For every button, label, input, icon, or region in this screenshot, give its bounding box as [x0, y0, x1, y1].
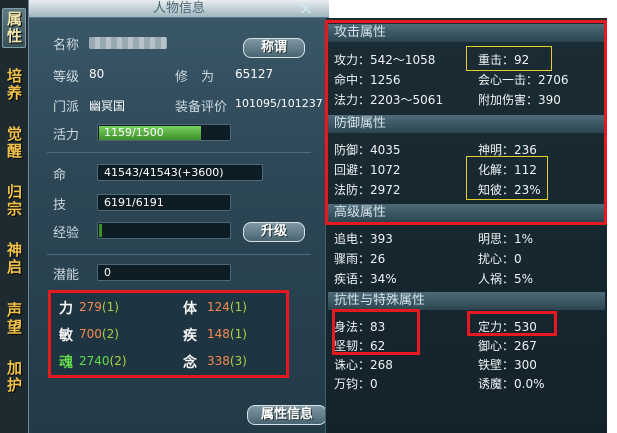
attr-agility-value: 700(2): [79, 327, 119, 341]
cultivation-value: 65127: [235, 67, 274, 81]
side-tab-divine[interactable]: 神启: [2, 240, 26, 280]
side-tab-label: 觉醒: [7, 125, 23, 160]
attr-body-value: 124(1): [207, 300, 247, 314]
side-tab-attributes[interactable]: 属性: [2, 8, 26, 48]
skill-label: 技: [53, 198, 67, 213]
sect-label: 门派: [53, 100, 80, 115]
level-up-button[interactable]: 升级: [243, 222, 305, 242]
exp-bar-fill: [99, 224, 102, 237]
stat-lure-demon: 诱魔：0.0%: [478, 377, 545, 391]
side-tab-bar: 属性 培养 觉醒 归宗 神启 声望 加护: [0, 0, 28, 433]
stat-swift-words: 疾语：34%: [334, 272, 397, 286]
gear-score-value: 101095/101237: [235, 97, 323, 110]
attr-body-name: 体: [183, 301, 197, 317]
skill-field: 6191/6191: [97, 194, 231, 211]
potential-value: 0: [104, 266, 111, 279]
panel-titlebar: 人物信息 ×: [29, 0, 329, 18]
attr-agility-name: 敏: [59, 328, 73, 344]
stat-chase-lightning: 追电：393: [334, 232, 393, 246]
life-field: 41543/41543(+3600): [97, 164, 263, 181]
side-tab-return[interactable]: 归宗: [2, 182, 26, 222]
vigor-bar: 1159/1500: [97, 124, 231, 141]
stat-guard-mind: 御心：267: [478, 339, 537, 353]
stat-disturb-mind: 扰心：0: [478, 252, 522, 266]
attr-speed-value: 148(1): [207, 327, 247, 341]
attribute-info-button[interactable]: 属性信息: [247, 405, 327, 425]
section-resist-header: 抗性与特殊属性: [328, 292, 605, 310]
attr-mind-value: 338(3): [207, 354, 247, 368]
name-label: 名称: [53, 38, 80, 53]
cultivation-label: 修 为: [175, 70, 215, 85]
character-info-panel: 人物信息 × 名称 称谓 等级 80 修 为 65127 门派 幽冥国 装备评价…: [28, 0, 329, 433]
stat-iron-wall: 铁壁：300: [478, 358, 537, 372]
attr-soul-name: 魂: [59, 355, 73, 371]
side-tab-train[interactable]: 培养: [2, 66, 26, 106]
side-tab-label: 神启: [7, 241, 23, 276]
stat-downpour: 骤雨：26: [334, 252, 386, 266]
base-attributes-box: 力 279(1) 体 124(1) 敏 700(2) 疾 148(1) 魂 27…: [48, 290, 289, 378]
attr-soul-value: 2740(2): [79, 354, 127, 368]
side-tab-label: 归宗: [7, 183, 23, 218]
side-tab-label: 培养: [7, 67, 23, 102]
vigor-value: 1159/1500: [104, 126, 164, 139]
attr-strength-name: 力: [59, 301, 73, 317]
side-tab-label: 属性: [7, 10, 23, 45]
stat-thousand-pounds: 万钧：0: [334, 377, 378, 391]
gear-score-label: 装备评价: [175, 100, 228, 115]
side-tab-label: 声望: [7, 301, 23, 336]
stat-clear-thought: 明思：1%: [478, 232, 534, 246]
highlight-frame-dissolve-insight: [466, 156, 548, 200]
vigor-label: 活力: [53, 128, 80, 143]
side-tab-reputation[interactable]: 声望: [2, 300, 26, 340]
divider: [47, 254, 311, 255]
life-value: 41543/41543(+3600): [104, 166, 224, 179]
side-tab-protection[interactable]: 加护: [2, 358, 26, 398]
stat-human-calamity: 人祸：5%: [478, 272, 534, 286]
highlight-frame-footwork-tenacity: [332, 309, 420, 355]
highlight-frame-heavy-hit: [466, 46, 552, 71]
sect-value: 幽冥国: [89, 99, 126, 113]
divider: [47, 152, 311, 153]
life-label: 命: [53, 168, 67, 183]
level-label: 等级: [53, 70, 80, 85]
close-button[interactable]: ×: [295, 0, 317, 18]
character-name-blurred: [89, 37, 167, 49]
skill-value: 6191/6191: [104, 196, 164, 209]
exp-bar: [97, 222, 231, 239]
highlight-frame-composure: [467, 311, 557, 336]
panel-title: 人物信息: [152, 1, 205, 16]
potential-field: 0: [97, 264, 231, 281]
level-value: 80: [89, 67, 105, 81]
potential-label: 潜能: [53, 268, 80, 283]
side-tab-label: 加护: [7, 359, 23, 394]
side-tab-awaken[interactable]: 觉醒: [2, 124, 26, 164]
attr-mind-name: 念: [183, 355, 197, 371]
title-button[interactable]: 称谓: [243, 38, 305, 58]
attr-speed-name: 疾: [183, 328, 197, 344]
attr-strength-value: 279(1): [79, 300, 119, 314]
close-icon: ×: [298, 0, 314, 19]
exp-label: 经验: [53, 226, 80, 241]
stat-pierce-heart: 诛心：268: [334, 358, 393, 372]
